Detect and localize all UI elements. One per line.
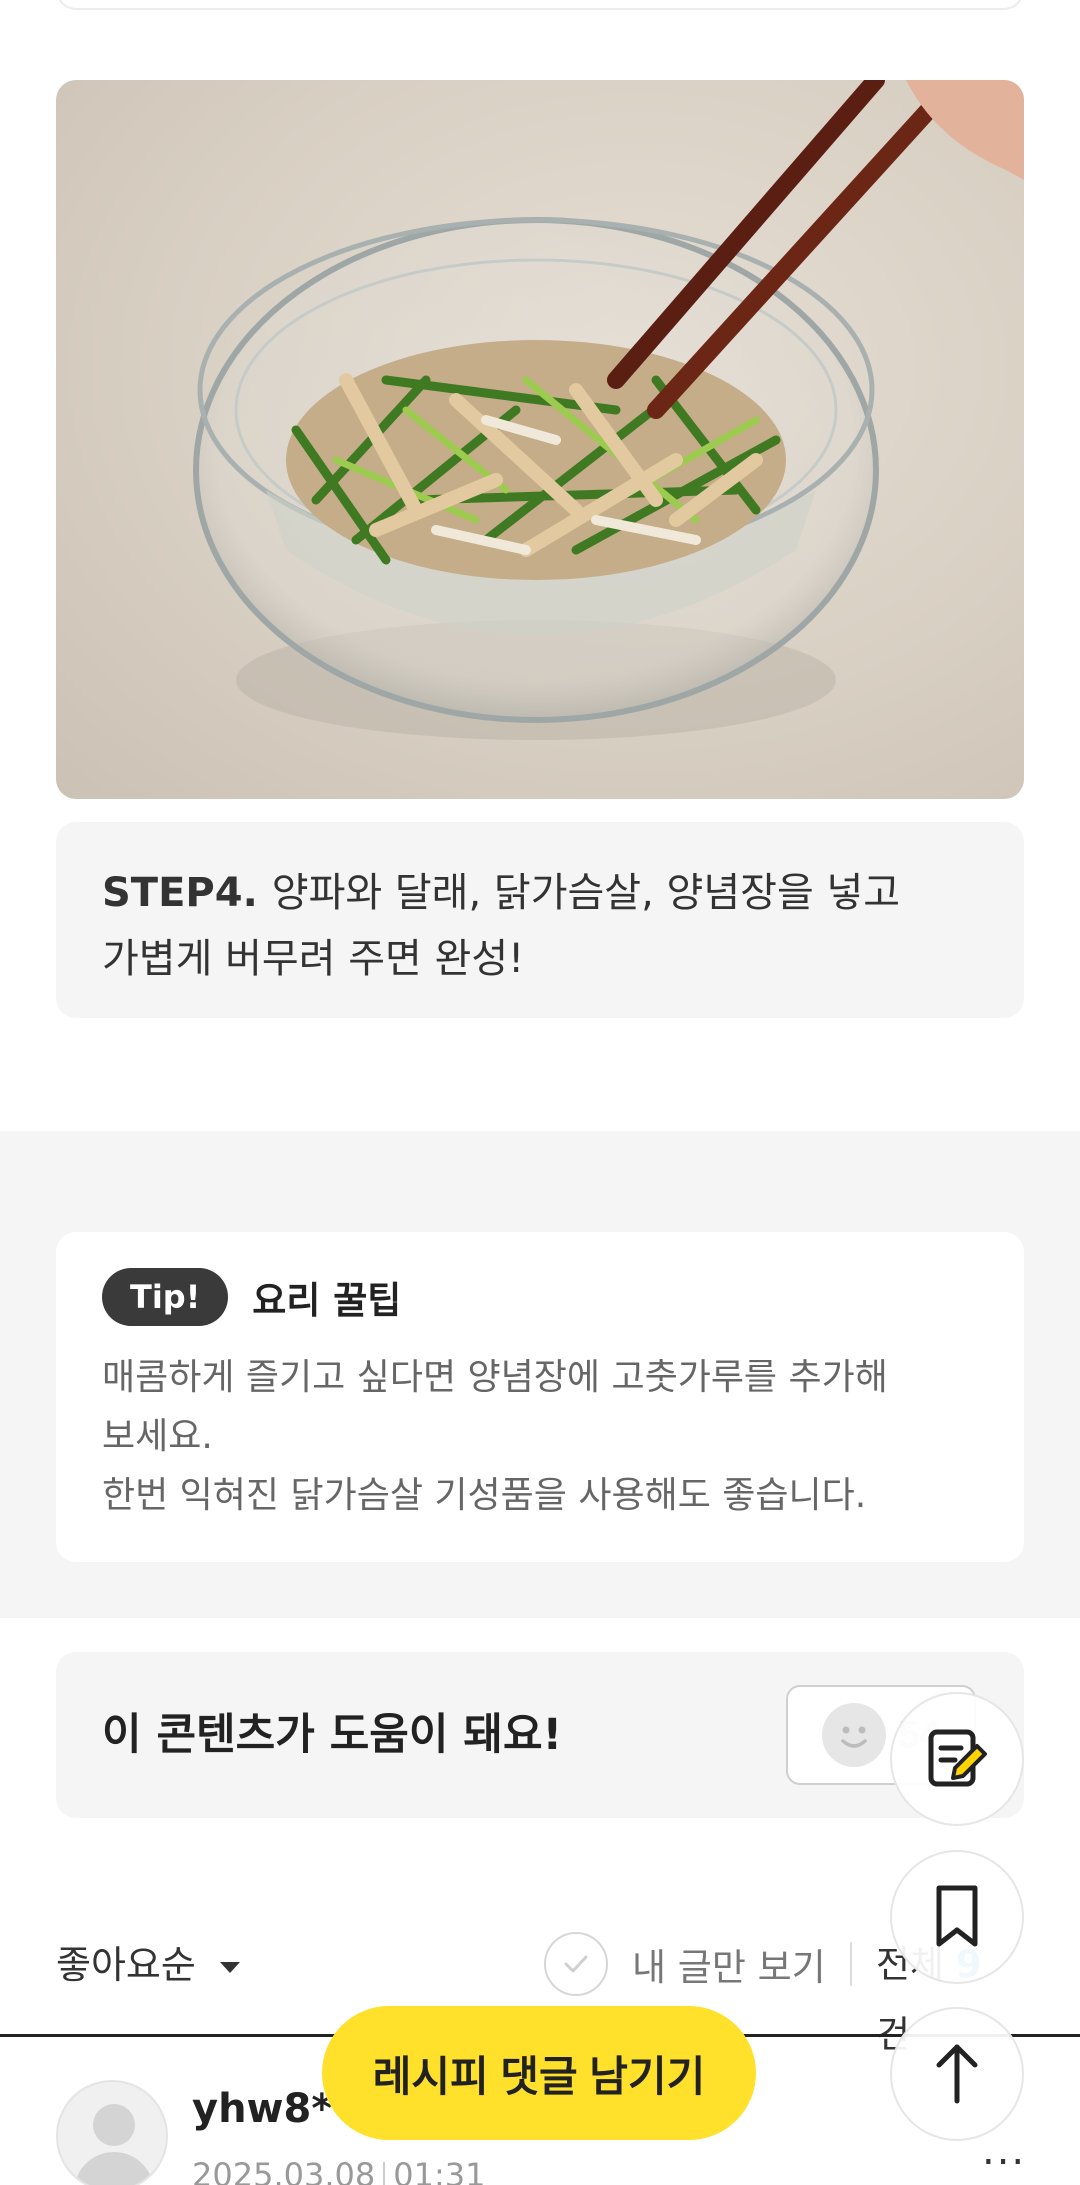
tip-line: 매콤하게 즐기고 싶다면 양념장에 고춧가루를 추가해 [102, 1357, 888, 1398]
sort-label: 좋아요순 [56, 1943, 196, 1987]
memo-edit-icon [921, 1722, 993, 1797]
helpful-panel: 이 콘텐츠가 도움이 돼요! 54 [56, 1652, 1024, 1818]
my-comments-label: 내 글만 보기 [632, 1946, 826, 1989]
sort-dropdown[interactable]: 좋아요순 [56, 1930, 240, 2000]
previous-card-edge [56, 0, 1024, 10]
filter-divider [850, 1942, 852, 1986]
step-text-line2: 가볍게 버무려 주면 완성! [102, 936, 525, 982]
my-comments-toggle[interactable]: 내 글만 보기 [544, 1932, 826, 1996]
helpful-label: 이 콘텐츠가 도움이 돼요! [102, 1710, 563, 1760]
avatar [56, 2080, 168, 2185]
step-description: STEP4. 양파와 달래, 닭가슴살, 양념장을 넣고 가볍게 버무려 주면 완… [56, 822, 1024, 1018]
step-photo [56, 80, 1024, 799]
tip-line: 보세요. [102, 1416, 213, 1457]
caret-down-icon [219, 1962, 240, 1973]
comment-filter-bar: 좋아요순 내 글만 보기 전체 9 건 [56, 1930, 1024, 2056]
comment-date: 2025.03.08 [192, 2156, 376, 2185]
write-comment-button[interactable]: 레시피 댓글 남기기 [322, 2006, 756, 2140]
tip-body: 매콤하게 즐기고 싶다면 양념장에 고춧가루를 추가해 보세요. 한번 익혀진 … [102, 1348, 978, 1525]
step-text-line1: 양파와 달래, 닭가슴살, 양념장을 넣고 [271, 870, 901, 916]
arrow-up-icon [927, 2039, 987, 2110]
step-label: STEP4. [102, 870, 258, 916]
bookmark-icon [927, 1882, 987, 1953]
tip-header: Tip! 요리 꿀팁 [102, 1268, 978, 1326]
check-icon [544, 1932, 608, 1996]
tip-line: 한번 익혀진 닭가슴살 기성품을 사용해도 좋습니다. [102, 1475, 867, 1516]
scroll-top-button[interactable] [890, 2007, 1024, 2141]
bookmark-button[interactable] [890, 1850, 1024, 1984]
comment-time: 01:31 [393, 2156, 486, 2185]
tip-card: Tip! 요리 꿀팁 매콤하게 즐기고 싶다면 양념장에 고춧가루를 추가해 보… [56, 1232, 1024, 1562]
write-memo-button[interactable] [890, 1692, 1024, 1826]
comment-timestamp: 2025.03.08 01:31 [192, 2156, 485, 2185]
tip-title: 요리 꿀팁 [252, 1279, 402, 1322]
smile-icon [822, 1703, 886, 1767]
more-icon[interactable]: ... [982, 2128, 1026, 2174]
tip-badge: Tip! [102, 1268, 229, 1326]
